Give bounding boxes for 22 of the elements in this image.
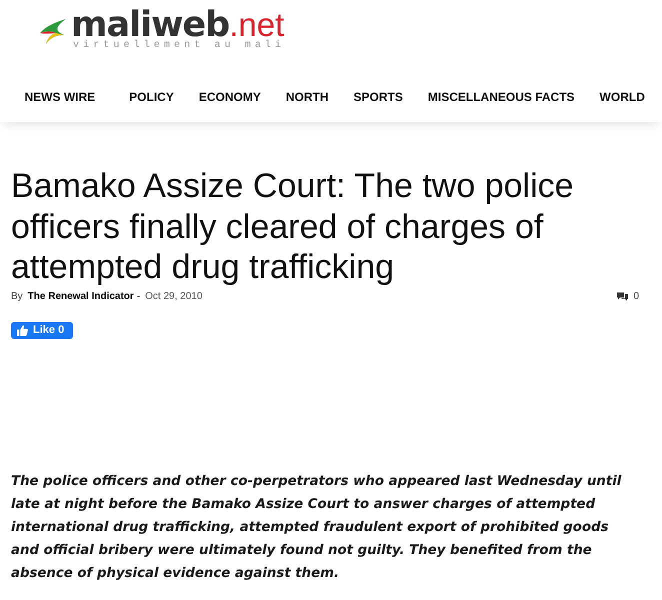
logo-tagline: virtuellement au mali: [73, 40, 286, 51]
author-link[interactable]: The Renewal Indicator: [28, 291, 134, 302]
article-lead: The police officers and other co-perpetrators who appeared last Wednesday until late at night before the Bamako Assize Court to answer charges of attempted international drug trafficking, attempted fraudulent export of prohibited goods and official bribery were ultimately found not guilty. They benefited from the absence of physical evidence against them.: [11, 472, 622, 582]
logo-swoosh-icon: [38, 16, 68, 46]
logo-suffix: .net: [229, 10, 284, 40]
nav-link[interactable]: NORTH: [273, 90, 342, 104]
nav-link[interactable]: SPORTS: [341, 90, 416, 104]
nav-link[interactable]: NEWS WIRE: [12, 90, 108, 104]
site-logo[interactable]: maliweb.net virtuellement au mali: [38, 10, 286, 51]
thumbs-up-icon: [17, 324, 28, 336]
article-title: Bamako Assize Court: The two police officers finally cleared of charges of attempted drug trafficking: [11, 166, 575, 288]
byline-prefix: By: [11, 291, 23, 302]
logo-wordmark: maliweb: [71, 10, 230, 40]
publish-date: Oct 29, 2010: [145, 291, 202, 302]
nav-link[interactable]: POLICY: [116, 90, 186, 104]
nav-link[interactable]: MISCELLANEOUS FACTS: [415, 90, 588, 104]
nav-link[interactable]: ECONOMY: [186, 90, 274, 104]
comment-count: 0: [633, 291, 639, 302]
byline-separator: -: [136, 291, 140, 302]
nav-link[interactable]: WORLD: [587, 90, 658, 104]
comments-icon: [617, 292, 628, 301]
like-button[interactable]: Like 0: [11, 322, 74, 338]
